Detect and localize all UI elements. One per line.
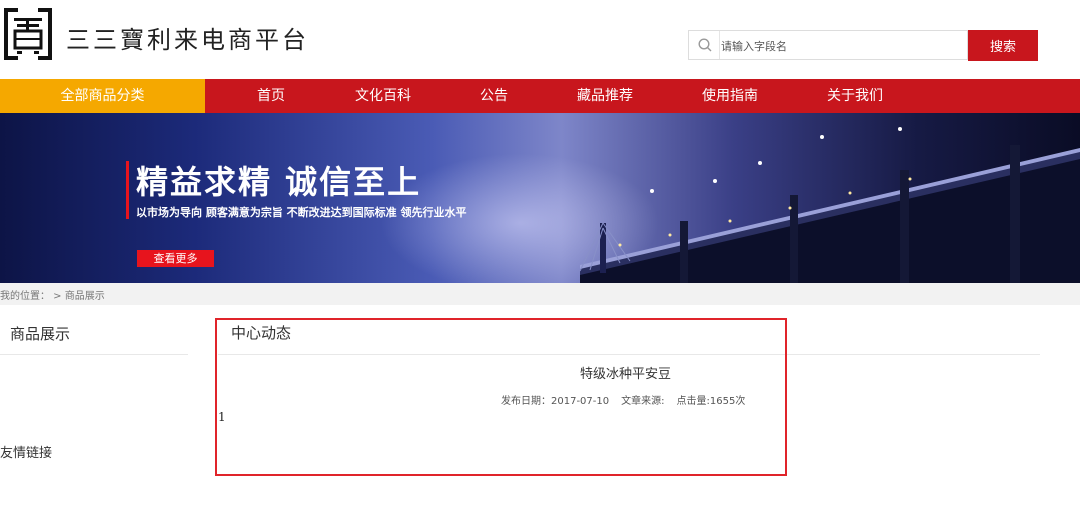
hero-banner[interactable]: 精益求精 诚信至上 以市场为导向 顾客满意为宗旨 不断改进达到国际标准 领先行业… bbox=[0, 113, 1080, 283]
nav-item-notice[interactable]: 公告 bbox=[449, 79, 539, 113]
banner-more-button[interactable]: 查看更多 bbox=[137, 250, 214, 267]
friend-links-title: 友情链接 bbox=[0, 446, 53, 461]
main-nav: 全部商品分类 首页 文化百科 公告 藏品推荐 使用指南 关于我们 bbox=[0, 79, 1080, 113]
sidebar-title: 商品展示 bbox=[10, 325, 71, 343]
article-source: 文章来源: bbox=[621, 396, 665, 407]
bridge-image bbox=[579, 127, 1080, 283]
search-box[interactable] bbox=[688, 30, 968, 60]
breadcrumb-bar: 我的位置： > 商品展示 bbox=[0, 283, 1080, 305]
breadcrumb: 我的位置： > 商品展示 bbox=[0, 291, 105, 302]
sidebar-divider bbox=[0, 354, 188, 355]
article-date: 发布日期：2017-07-10 bbox=[501, 396, 610, 407]
logo-icon[interactable] bbox=[3, 6, 53, 62]
nav-all-categories[interactable]: 全部商品分类 bbox=[0, 79, 205, 113]
nav-item-recommend[interactable]: 藏品推荐 bbox=[560, 79, 650, 113]
search-icon bbox=[698, 38, 712, 52]
nav-item-culture[interactable]: 文化百科 bbox=[338, 79, 428, 113]
site-title[interactable]: 三三寶利来电商平台 bbox=[66, 20, 309, 55]
nav-item-home[interactable]: 首页 bbox=[226, 79, 316, 113]
article-title: 特级冰种平安豆 bbox=[580, 367, 672, 382]
article-meta: 发布日期：2017-07-10 文章来源: 点击量:1655次 bbox=[501, 392, 757, 407]
nav-item-guide[interactable]: 使用指南 bbox=[685, 79, 775, 113]
banner-subtitle: 以市场为导向 顾客满意为宗旨 不断改进达到国际标准 领先行业水平 bbox=[136, 206, 467, 219]
banner-accent-bar bbox=[126, 161, 129, 219]
site-header: 三三寶利来电商平台 搜索 bbox=[0, 0, 1080, 79]
article-body: 1 bbox=[218, 410, 226, 424]
article-views: 点击量:1655次 bbox=[676, 396, 746, 407]
banner-title: 精益求精 诚信至上 bbox=[136, 163, 422, 201]
nav-item-about[interactable]: 关于我们 bbox=[810, 79, 900, 113]
search-divider bbox=[719, 31, 720, 59]
search-button[interactable]: 搜索 bbox=[968, 30, 1038, 61]
search-input[interactable] bbox=[719, 35, 963, 57]
